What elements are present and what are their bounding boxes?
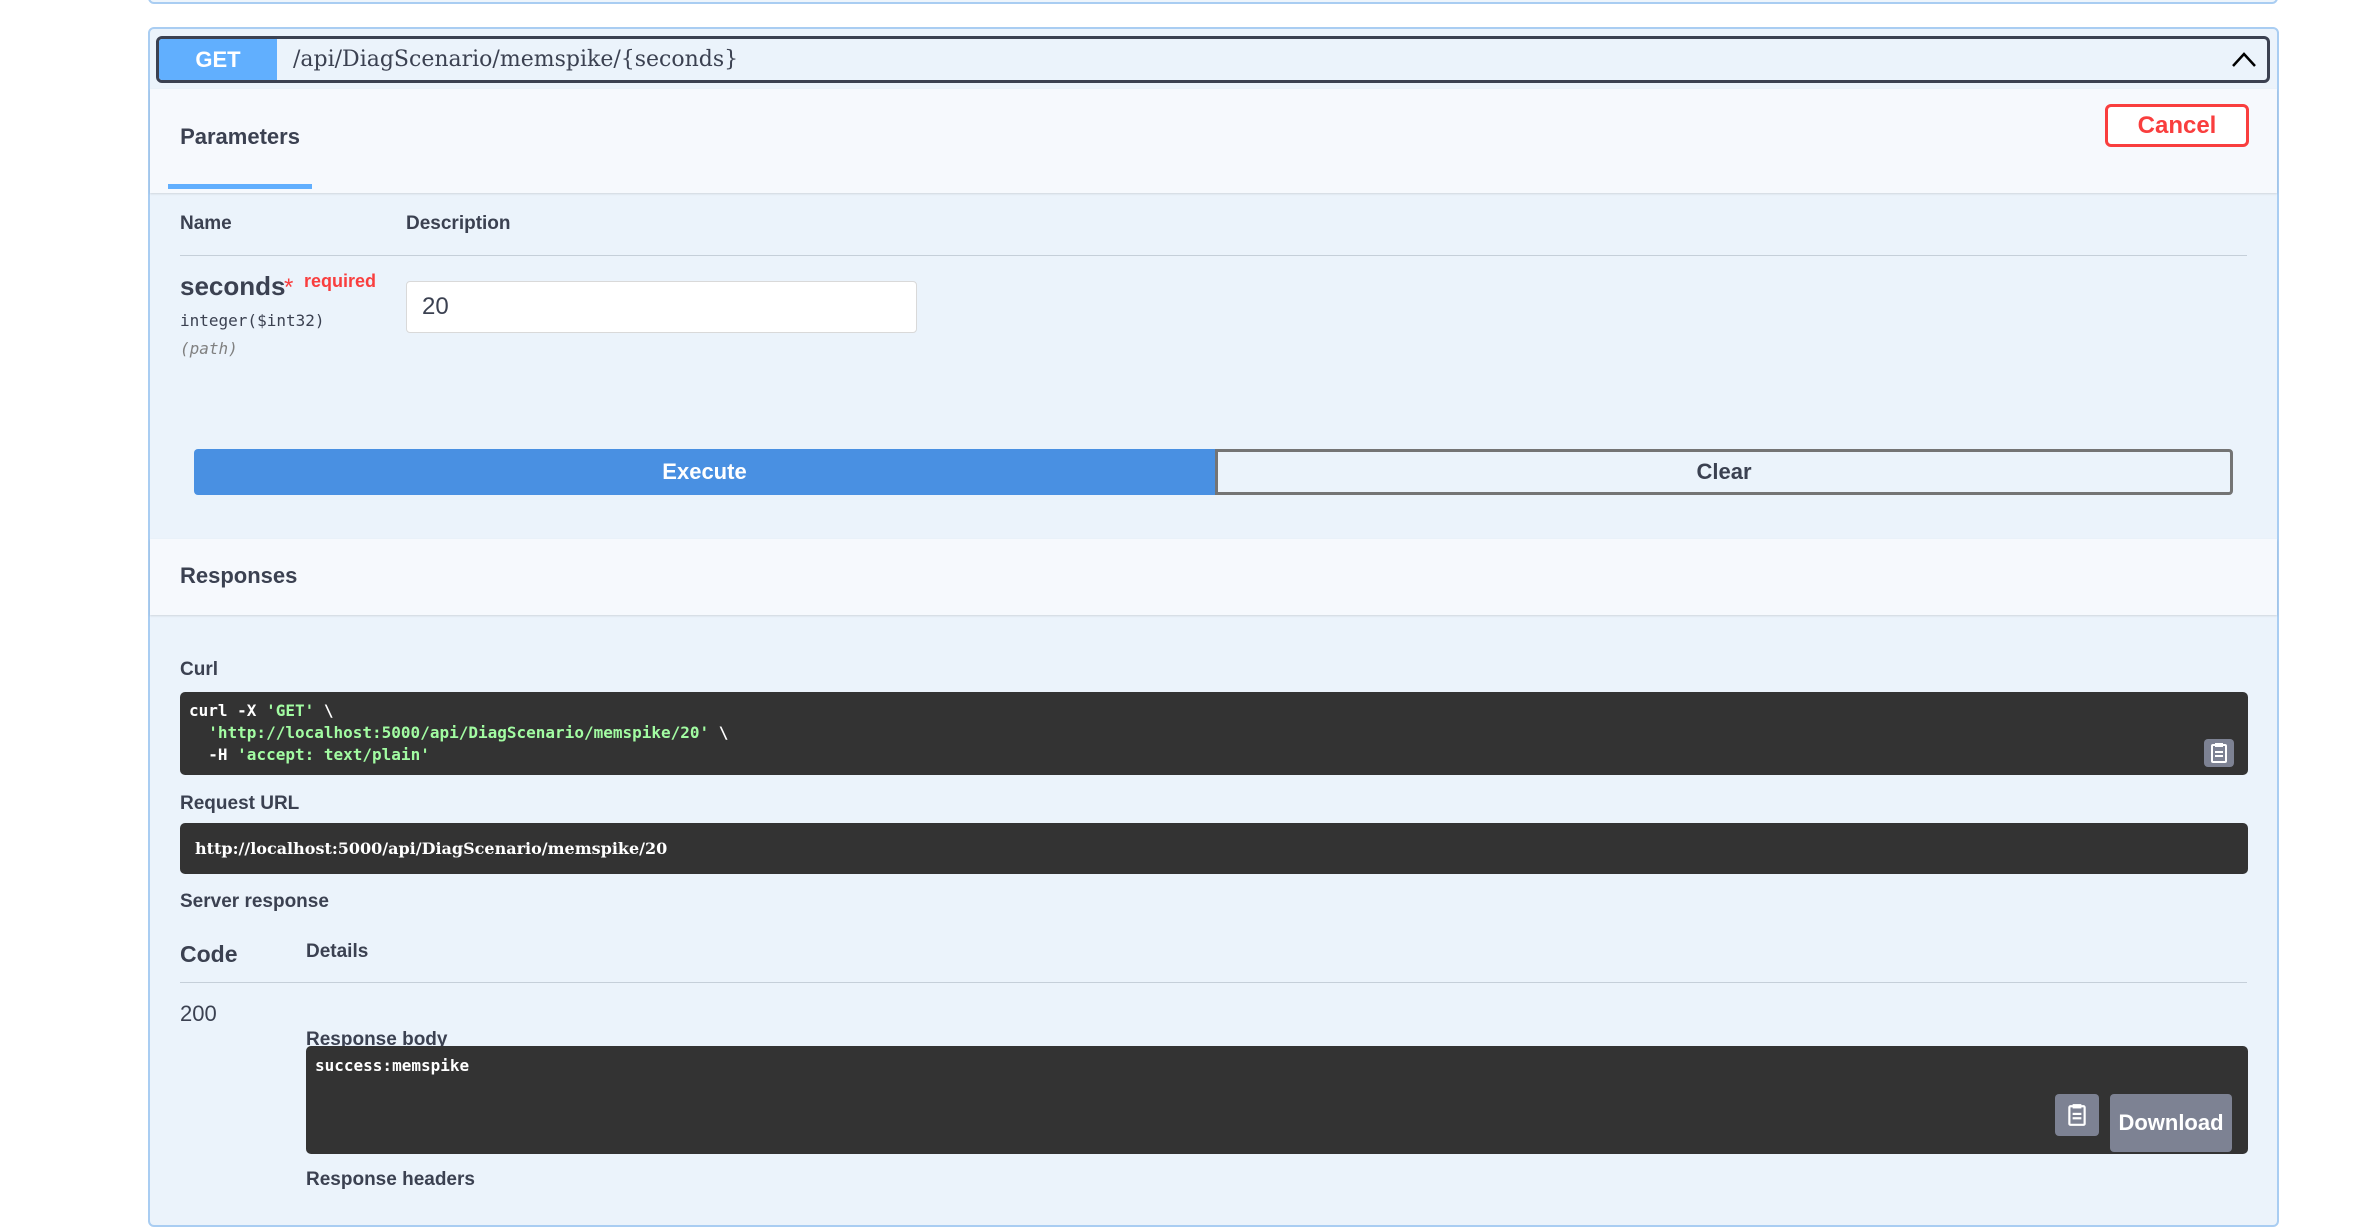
clear-button[interactable]: Clear [1215, 449, 2233, 495]
clipboard-icon [2211, 743, 2227, 763]
required-label: required [304, 271, 377, 291]
column-header-code: Code [180, 941, 238, 967]
required-star: * [284, 274, 294, 301]
divider [180, 255, 2247, 256]
responses-header: Responses [150, 539, 2277, 615]
curl-label: Curl [180, 659, 218, 680]
request-url-label: Request URL [180, 793, 300, 814]
copy-curl-button[interactable] [2204, 739, 2234, 767]
parameters-header: Parameters Cancel [150, 89, 2277, 193]
method-badge: GET [159, 39, 277, 80]
response-body-text: success:memspike [315, 1056, 470, 1075]
operation-block-get: GET /api/DiagScenario/memspike/{seconds}… [148, 27, 2279, 1227]
responses-title: Responses [180, 563, 298, 588]
operation-summary[interactable]: GET /api/DiagScenario/memspike/{seconds} [156, 36, 2270, 83]
curl-code-block: curl -X 'GET' \ 'http://localhost:5000/a… [180, 692, 2248, 775]
previous-operation-block [148, 0, 2278, 4]
param-location: (path) [180, 339, 238, 358]
param-name: seconds [180, 271, 286, 301]
seconds-input[interactable] [406, 281, 917, 333]
execute-button[interactable]: Execute [194, 449, 1215, 495]
tab-parameters[interactable]: Parameters [168, 89, 312, 189]
column-header-name: Name [180, 213, 232, 234]
column-header-details: Details [306, 941, 369, 962]
clipboard-icon [2068, 1104, 2086, 1126]
curl-line-3: -H 'accept: text/plain' [189, 745, 430, 764]
curl-line-2: 'http://localhost:5000/api/DiagScenario/… [208, 723, 729, 742]
column-header-description: Description [406, 213, 511, 234]
copy-response-button[interactable] [2055, 1094, 2099, 1136]
operation-path: /api/DiagScenario/memspike/{seconds} [293, 47, 739, 72]
response-code: 200 [180, 1001, 217, 1026]
curl-line-1: curl -X 'GET' \ [189, 701, 334, 720]
response-headers-label: Response headers [306, 1169, 475, 1190]
request-url-block: http://localhost:5000/api/DiagScenario/m… [180, 823, 2248, 874]
chevron-up-icon[interactable] [2231, 47, 2257, 73]
cancel-button[interactable]: Cancel [2105, 104, 2249, 147]
request-url-value: http://localhost:5000/api/DiagScenario/m… [195, 839, 668, 858]
execute-button-group: Execute Clear [194, 449, 2233, 495]
param-type: integer($int32) [180, 311, 325, 330]
divider [180, 982, 2247, 983]
download-button[interactable]: Download [2110, 1094, 2232, 1152]
response-body-block: success:memspike Download [306, 1046, 2248, 1154]
server-response-label: Server response [180, 891, 329, 912]
